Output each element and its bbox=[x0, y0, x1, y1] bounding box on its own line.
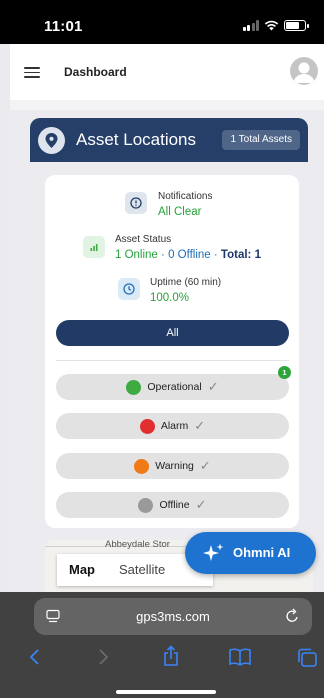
filter-label: Operational bbox=[147, 381, 202, 393]
online-count: 1 Online bbox=[115, 249, 158, 261]
cellular-signal-icon bbox=[242, 20, 259, 31]
menu-icon[interactable] bbox=[24, 67, 40, 78]
card-title: Asset Locations bbox=[76, 130, 197, 149]
filter-label: Offline bbox=[159, 499, 190, 511]
status-dot-offline bbox=[138, 497, 154, 513]
divider bbox=[56, 360, 289, 361]
check-icon: ✓ bbox=[195, 497, 207, 512]
avatar[interactable] bbox=[290, 57, 318, 85]
alert-circle-icon bbox=[130, 197, 142, 209]
filter-operational[interactable]: Operational ✓ 1 bbox=[56, 366, 291, 400]
bar-chart-icon bbox=[90, 244, 98, 251]
asset-locations-header: Asset Locations 1 Total Assets bbox=[30, 118, 308, 162]
dashboard-content: Asset Locations 1 Total Assets Notificat… bbox=[10, 100, 324, 592]
ohmni-ai-label: Ohmni AI bbox=[233, 545, 291, 560]
notification-stat-icon bbox=[125, 192, 147, 214]
uptime-stat-icon bbox=[118, 278, 140, 300]
reload-icon[interactable] bbox=[285, 608, 300, 624]
url-text: gps3ms.com bbox=[136, 609, 210, 624]
page-title: Dashboard bbox=[64, 65, 127, 79]
share-icon[interactable] bbox=[161, 645, 181, 667]
filter-warning[interactable]: Warning ✓ bbox=[56, 453, 289, 479]
sparkle-icon bbox=[203, 543, 224, 561]
status-dot-alarm bbox=[139, 418, 155, 434]
uptime-value: 100.0% bbox=[150, 292, 190, 304]
tabs-icon[interactable] bbox=[296, 648, 318, 668]
status-indicators bbox=[242, 20, 309, 31]
status-bar: 11:01 bbox=[0, 0, 324, 44]
total-assets-badge: 1 Total Assets bbox=[222, 130, 300, 150]
location-pin-icon bbox=[38, 127, 65, 154]
home-indicator bbox=[116, 690, 216, 694]
filter-alarm[interactable]: Alarm ✓ bbox=[56, 413, 289, 439]
asset-summary-panel: Notifications All Clear Asset Status 1 O… bbox=[45, 175, 299, 528]
battery-icon bbox=[284, 20, 309, 31]
filter-label: Alarm bbox=[160, 420, 189, 432]
uptime-label: Uptime (60 min) bbox=[150, 277, 222, 288]
filter-label: Warning bbox=[155, 460, 194, 472]
clock-icon bbox=[123, 283, 135, 295]
asset-status-label: Asset Status bbox=[115, 234, 172, 245]
address-bar[interactable]: gps3ms.com bbox=[34, 598, 312, 635]
status-dot-warning bbox=[134, 458, 150, 474]
tab-map[interactable]: Map bbox=[57, 554, 107, 586]
browser-toolbar: gps3ms.com bbox=[0, 592, 324, 698]
asset-status-stat-icon bbox=[83, 236, 105, 258]
notifications-value: All Clear bbox=[158, 206, 202, 218]
tab-satellite[interactable]: Satellite bbox=[107, 554, 177, 586]
status-time: 11:01 bbox=[44, 18, 83, 35]
map-street-label: Abbeydale Stor bbox=[105, 540, 170, 550]
notifications-label: Notifications bbox=[158, 191, 213, 202]
app-header: Dashboard bbox=[10, 44, 324, 100]
user-icon bbox=[293, 62, 315, 83]
check-icon: ✓ bbox=[194, 418, 206, 433]
total-count: Total: 1 bbox=[220, 249, 261, 261]
check-icon: ✓ bbox=[207, 379, 219, 394]
wifi-icon bbox=[264, 20, 279, 31]
filter-all-button[interactable]: All bbox=[56, 320, 289, 346]
offline-count: · 0 Offline · bbox=[161, 249, 218, 261]
asset-status-value: 1 Online · 0 Offline · Total: 1 bbox=[115, 249, 261, 261]
bookmarks-icon[interactable] bbox=[228, 648, 252, 666]
forward-icon[interactable] bbox=[96, 648, 110, 666]
operational-count-badge: 1 bbox=[278, 366, 291, 379]
filter-offline[interactable]: Offline ✓ bbox=[56, 492, 289, 518]
check-icon: ✓ bbox=[199, 458, 211, 473]
back-icon[interactable] bbox=[28, 648, 42, 666]
status-dot-operational bbox=[126, 379, 142, 395]
ohmni-ai-button[interactable]: Ohmni AI bbox=[185, 532, 316, 574]
